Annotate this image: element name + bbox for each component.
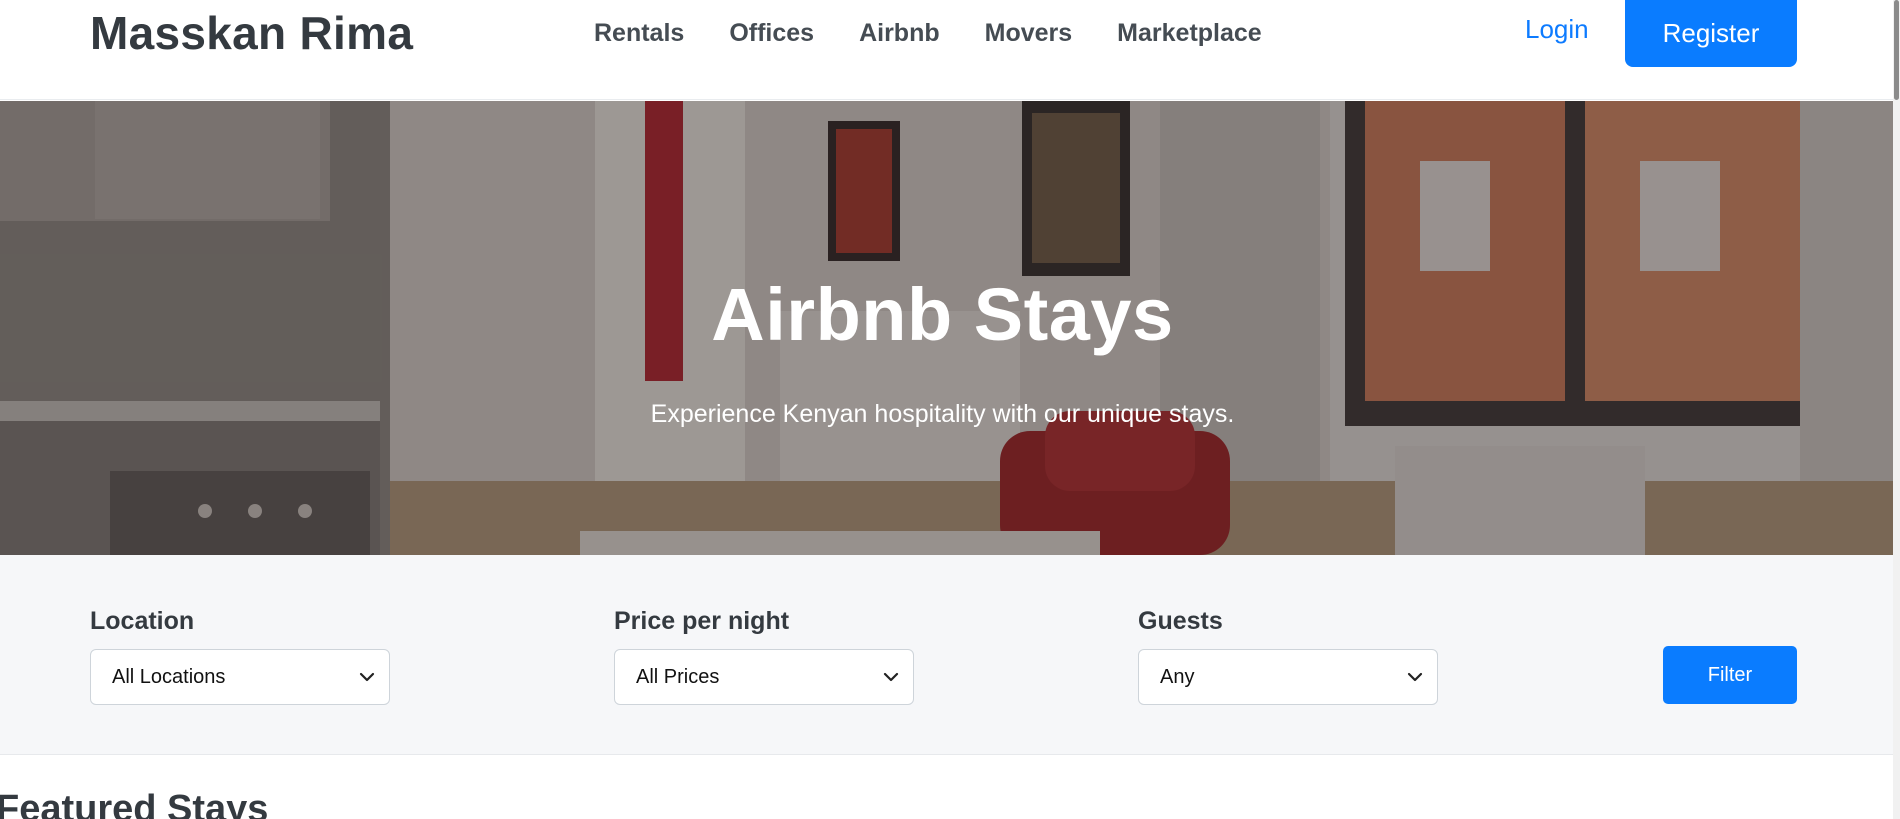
nav-offices[interactable]: Offices [729, 19, 814, 48]
register-button[interactable]: Register [1625, 0, 1797, 67]
hero-subtitle: Experience Kenyan hospitality with our u… [650, 400, 1235, 428]
scrollbar-thumb[interactable] [1894, 0, 1899, 100]
chevron-down-icon [359, 672, 375, 682]
featured-stays-heading: Featured Stays [0, 788, 269, 819]
guests-select-value: Any [1160, 665, 1195, 688]
hero-title: Airbnb Stays [711, 273, 1174, 356]
location-select[interactable]: All Locations [90, 649, 390, 705]
price-select-value: All Prices [636, 665, 720, 688]
nav-marketplace[interactable]: Marketplace [1117, 19, 1262, 48]
location-label: Location [90, 607, 195, 635]
site-header: Masskan Rima Rentals Offices Airbnb Move… [0, 0, 1893, 100]
price-label: Price per night [614, 607, 790, 635]
location-select-value: All Locations [112, 665, 226, 688]
brand-logo[interactable]: Masskan Rima [90, 6, 413, 60]
page-scrollbar[interactable] [1893, 0, 1900, 819]
chevron-down-icon [1407, 672, 1423, 682]
hero-banner: Airbnb Stays Experience Kenyan hospitali… [0, 101, 1893, 555]
nav-airbnb[interactable]: Airbnb [859, 19, 940, 48]
guests-select[interactable]: Any [1138, 649, 1438, 705]
main-nav: Rentals Offices Airbnb Movers Marketplac… [594, 15, 1262, 51]
login-link[interactable]: Login [1525, 14, 1589, 45]
filter-bar: Location All Locations Price per night A… [0, 555, 1893, 755]
chevron-down-icon [883, 672, 899, 682]
nav-movers[interactable]: Movers [985, 19, 1073, 48]
nav-rentals[interactable]: Rentals [594, 19, 684, 48]
price-select[interactable]: All Prices [614, 649, 914, 705]
guests-label: Guests [1138, 607, 1223, 635]
filter-button[interactable]: Filter [1663, 646, 1797, 704]
